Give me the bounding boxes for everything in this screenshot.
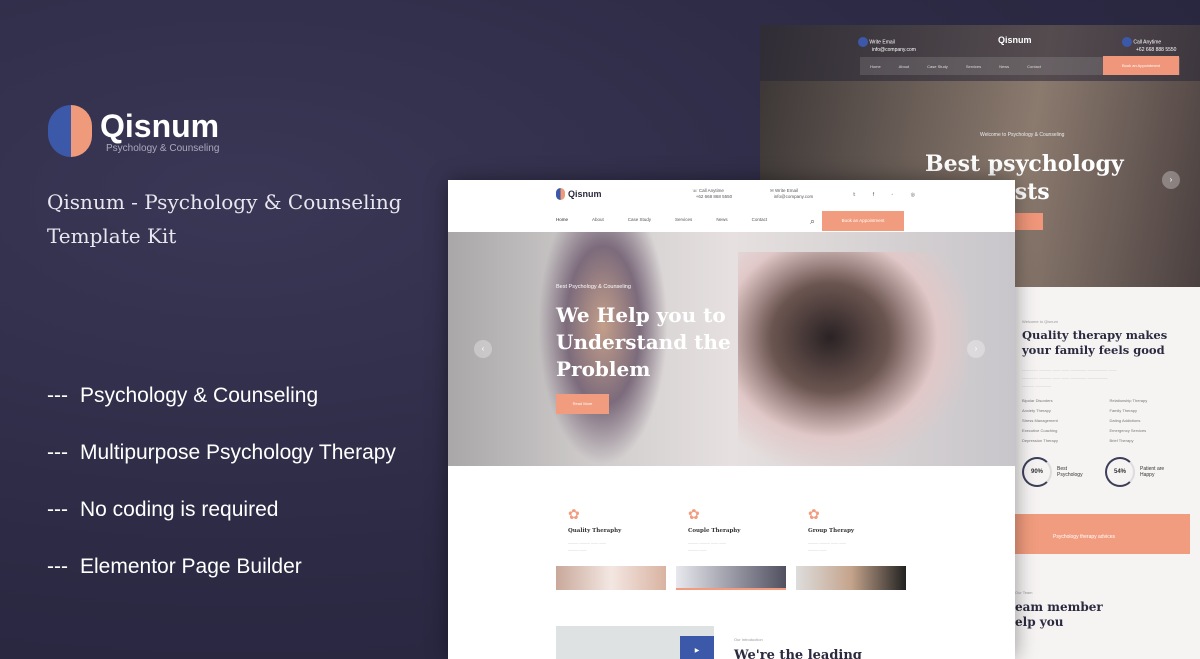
- nav-contact[interactable]: Contact: [752, 217, 768, 222]
- front-mockup: Qisnum ☏ Call Anytime +62 668 868 5550 ✉…: [448, 180, 1015, 659]
- nav-services[interactable]: Services: [675, 217, 692, 222]
- progress-circle: 90%: [1022, 457, 1052, 487]
- brand-logo: Qisnum Psychology & Counseling: [48, 105, 219, 157]
- therapy-icon: ✿: [688, 506, 700, 522]
- therapy-card[interactable]: ✿ Quality Theraphy ——— ——— —— —— ——— ——: [556, 506, 666, 590]
- social-icons[interactable]: 𝕥 f ◦ ◎: [853, 192, 923, 198]
- brand-tagline: Psychology & Counseling: [106, 142, 220, 154]
- phone-icon: [1122, 37, 1132, 47]
- nav-about[interactable]: About: [899, 64, 909, 69]
- feature-list: --- Psychology & Counseling --- Multipurpo…: [47, 382, 396, 610]
- brain-icon: [48, 105, 94, 157]
- book-appointment-button[interactable]: Book an Appointment: [1103, 56, 1179, 75]
- stats: 90% Best Psychology 54% Patient are Happy: [1022, 457, 1197, 487]
- therapy-cards: ✿ Quality Theraphy ——— ——— —— —— ——— —— ✿ Co…: [556, 506, 906, 590]
- nav-about[interactable]: About: [592, 217, 604, 222]
- promo-title: Qisnum - Psychology & Counseling Templat…: [47, 190, 402, 248]
- arrow-left-icon[interactable]: ‹: [474, 340, 492, 358]
- back-hero-label: Welcome to Psychology & Counseling: [980, 132, 1065, 138]
- play-icon[interactable]: ▶: [680, 636, 714, 659]
- nav-case-study[interactable]: Case Study: [628, 217, 651, 222]
- section-title: Quality therapy makes your family feels …: [1022, 328, 1168, 357]
- feature-item: --- Multipurpose Psychology Therapy: [47, 441, 396, 464]
- back-phone: Call Anytime +62 668 888 5550: [1122, 37, 1176, 53]
- team-section: Our Team eam member elp you: [1015, 590, 1103, 629]
- nav-news[interactable]: News: [999, 64, 1009, 69]
- front-hero: Best Psychology & Counseling We Help you…: [448, 232, 1015, 466]
- feature-item: --- Elementor Page Builder: [47, 555, 302, 578]
- arrow-right-icon[interactable]: ›: [1162, 171, 1180, 189]
- front-nav: Home About Case Study Services News Cont…: [556, 217, 767, 222]
- nav-case-study[interactable]: Case Study: [927, 64, 948, 69]
- feature-item: --- Psychology & Counseling: [47, 384, 319, 407]
- hero-title: We Help you to Understand the Problem: [556, 303, 731, 381]
- therapy-icon: ✿: [808, 506, 820, 522]
- front-email: ✉ Write Email info@company.com: [770, 188, 814, 199]
- nav-home[interactable]: Home: [870, 64, 881, 69]
- front-logo: Qisnum: [556, 188, 602, 200]
- advisory-image: ▶: [556, 626, 714, 659]
- hero-photo: [738, 252, 968, 466]
- front-phone: ☏ Call Anytime +62 668 868 5550: [692, 188, 733, 199]
- nav-services[interactable]: Services: [966, 64, 981, 69]
- progress-circle: 54%: [1105, 457, 1135, 487]
- arrow-right-icon[interactable]: ›: [967, 340, 985, 358]
- search-icon[interactable]: ⌕: [810, 216, 815, 227]
- therapy-card[interactable]: ✿ Couple Theraphy ——— ——— —— —— ——— ——: [676, 506, 786, 590]
- therapy-card[interactable]: ✿ Group Therapy ——— ——— —— —— ——— ——: [796, 506, 906, 590]
- nav-contact[interactable]: Contact: [1027, 64, 1041, 69]
- back-header: Write Email info@company.com Qisnum Call …: [760, 25, 1200, 81]
- advisory-section: Our IntroductionWe're the leading adviso…: [734, 637, 862, 659]
- therapy-icon: ✿: [568, 506, 580, 522]
- brand-name: Qisnum: [100, 107, 220, 144]
- book-appointment-button[interactable]: Book an Appointment: [822, 211, 904, 231]
- brain-icon: [556, 188, 565, 200]
- back-email: Write Email info@company.com: [858, 37, 916, 53]
- front-header: Qisnum ☏ Call Anytime +62 668 868 5550 ✉…: [448, 180, 1015, 232]
- feature-item: --- No coding is required: [47, 498, 279, 521]
- advice-banner: Psychology therapy advices: [1015, 514, 1190, 554]
- nav-news[interactable]: News: [716, 217, 727, 222]
- nav-home[interactable]: Home: [556, 217, 568, 222]
- quality-section: Welcome to Qisnum Quality therapy makes …: [1022, 319, 1197, 487]
- mail-icon: [858, 37, 868, 47]
- read-more-button[interactable]: Read More: [556, 394, 609, 414]
- back-logo: Qisnum: [998, 35, 1032, 45]
- service-list: Bipolar Disorders Relationship Therapy An…: [1022, 398, 1148, 443]
